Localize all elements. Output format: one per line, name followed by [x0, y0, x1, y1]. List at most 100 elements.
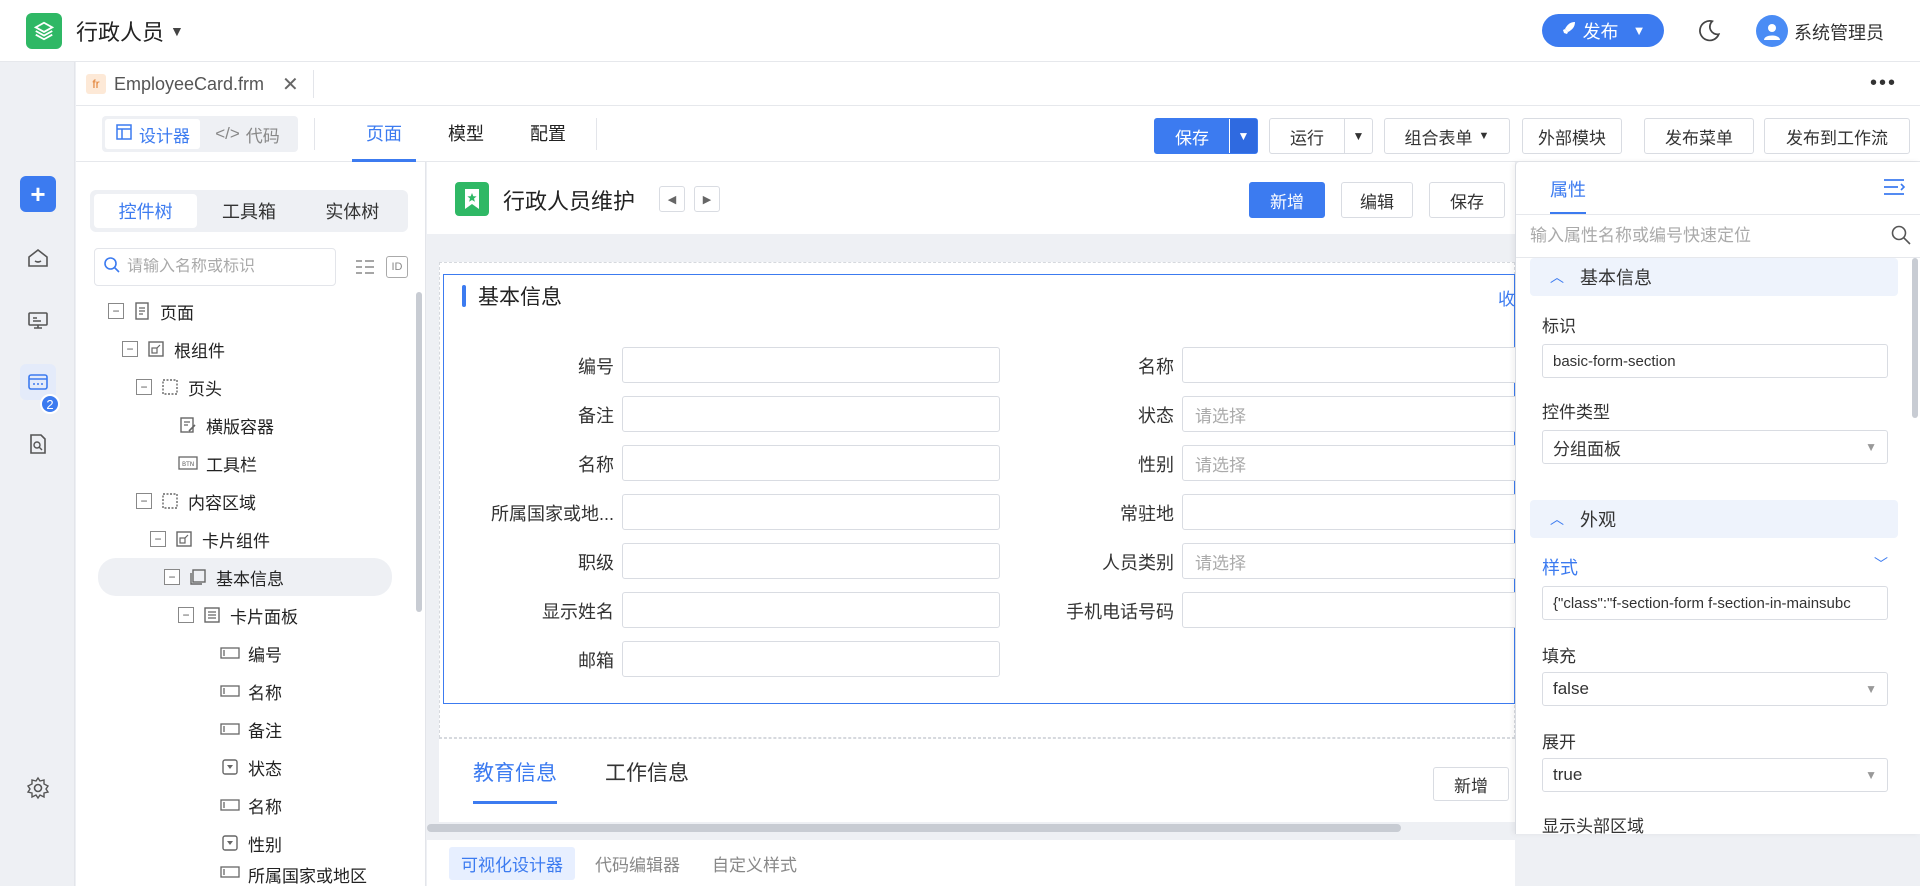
external-module-button[interactable]: 外部模块: [1522, 118, 1622, 154]
tree-node-field-gender[interactable]: 性别: [220, 824, 282, 862]
section-collapse-link[interactable]: 收: [1498, 285, 1515, 310]
property-search-input[interactable]: [1530, 226, 1870, 246]
code-mode-button[interactable]: </> 代码: [200, 119, 295, 149]
tab-config[interactable]: 配置: [516, 106, 580, 162]
tab-work-info[interactable]: 工作信息: [605, 757, 689, 801]
document-search-icon[interactable]: [20, 426, 56, 462]
tab-model[interactable]: 模型: [434, 106, 498, 162]
tab-properties[interactable]: 属性: [1550, 176, 1586, 214]
residence-input[interactable]: [1182, 494, 1515, 530]
remark-input[interactable]: [622, 396, 1000, 432]
new-button[interactable]: 新增: [1249, 182, 1325, 218]
tab-entity-tree[interactable]: 实体树: [301, 194, 404, 228]
next-arrow-icon[interactable]: ▶: [694, 186, 720, 212]
collapse-all-icon[interactable]: [354, 256, 376, 278]
tree-node-toolbar[interactable]: BTN 工具栏: [178, 444, 257, 482]
collapse-toggle-icon[interactable]: −: [122, 341, 138, 357]
group-appearance[interactable]: ︿ 外观: [1530, 500, 1898, 538]
tree-node-horizontal-container[interactable]: 横版容器: [178, 406, 274, 444]
publish-menu-button[interactable]: 发布菜单: [1644, 118, 1754, 154]
caret-down-icon: ▼: [1865, 768, 1877, 782]
moon-icon[interactable]: [1696, 18, 1722, 44]
publish-to-workflow-button[interactable]: 发布到工作流: [1764, 118, 1910, 154]
collapse-toggle-icon[interactable]: −: [136, 493, 152, 509]
tree-node-field-code[interactable]: 编号: [220, 634, 282, 672]
collapse-toggle-icon[interactable]: −: [108, 303, 124, 319]
tree-node-root-component[interactable]: − 根组件: [122, 330, 225, 368]
style-property-row[interactable]: 样式 ﹀: [1542, 554, 1888, 580]
settings-gear-icon[interactable]: [20, 770, 56, 806]
id-toggle-icon[interactable]: ID: [386, 256, 408, 278]
prev-arrow-icon[interactable]: ◀: [659, 186, 685, 212]
tab-code-editor[interactable]: 代码编辑器: [583, 847, 692, 880]
add-icon[interactable]: +: [20, 176, 56, 212]
basic-info-section[interactable]: 基本信息 收 编号 备注 名称 所属国家或地... 职级 显示姓名 邮箱 名称 …: [443, 274, 1515, 704]
tree-node-field-status[interactable]: 状态: [220, 748, 282, 786]
name-input[interactable]: [622, 445, 1000, 481]
field-label: 编号: [578, 357, 614, 377]
collapse-toggle-icon[interactable]: −: [136, 379, 152, 395]
tab-custom-style[interactable]: 自定义样式: [700, 847, 809, 880]
name-input-2[interactable]: [1182, 347, 1515, 383]
run-dropdown-icon[interactable]: ▼: [1344, 119, 1372, 153]
control-type-select[interactable]: 分组面板 ▼: [1542, 430, 1888, 464]
tab-control-tree[interactable]: 控件树: [94, 194, 198, 228]
style-property-input[interactable]: {"class":"f-section-form f-section-in-ma…: [1542, 586, 1888, 620]
email-input[interactable]: [622, 641, 1000, 677]
tree-node-field-remark[interactable]: 备注: [220, 710, 282, 748]
tree-search-input[interactable]: [127, 258, 327, 276]
collapse-toggle-icon[interactable]: −: [178, 607, 194, 623]
file-tab[interactable]: fr EmployeeCard.frm ✕: [86, 70, 314, 98]
property-scrollbar[interactable]: [1912, 258, 1918, 418]
tree-node-field-country[interactable]: 所属国家或地区: [220, 862, 367, 886]
tab-toolbox[interactable]: 工具箱: [197, 194, 300, 228]
tab-page[interactable]: 页面: [352, 106, 416, 162]
tab-education-info[interactable]: 教育信息: [473, 757, 557, 804]
tab-visual-designer[interactable]: 可视化设计器: [449, 846, 575, 880]
detail-new-button[interactable]: 新增: [1433, 767, 1509, 801]
app-title-dropdown[interactable]: 行政人员 ▼: [76, 15, 184, 47]
tree-scrollbar[interactable]: [416, 292, 422, 612]
rank-input[interactable]: [622, 543, 1000, 579]
tree-node-content-area[interactable]: − 内容区域: [136, 482, 256, 520]
collapse-toggle-icon[interactable]: −: [150, 531, 166, 547]
tree-node-field-name-2[interactable]: 名称: [220, 786, 282, 824]
publish-button[interactable]: 发布 ▼: [1542, 14, 1664, 47]
save-record-button[interactable]: 保存: [1429, 182, 1505, 218]
display-name-input[interactable]: [622, 592, 1000, 628]
code-input[interactable]: [622, 347, 1000, 383]
search-icon[interactable]: [1890, 224, 1912, 246]
tree-node-field-name[interactable]: 名称: [220, 672, 282, 710]
combo-form-button[interactable]: 组合表单 ▼: [1384, 118, 1510, 154]
mobile-phone-input[interactable]: [1182, 592, 1515, 628]
country-input[interactable]: [622, 494, 1000, 530]
save-button[interactable]: 保存: [1155, 124, 1229, 149]
expand-select[interactable]: true ▼: [1542, 758, 1888, 792]
gender-select[interactable]: 请选择: [1182, 445, 1515, 481]
run-button[interactable]: 运行: [1270, 124, 1344, 149]
status-select[interactable]: 请选择: [1182, 396, 1515, 432]
tree-node-page[interactable]: − 页面: [108, 292, 194, 330]
tree-node-card-component[interactable]: − 卡片组件: [150, 520, 270, 558]
user-name[interactable]: 系统管理员: [1794, 19, 1884, 45]
staff-category-select[interactable]: 请选择: [1182, 543, 1515, 579]
menu-icon[interactable]: [1882, 176, 1906, 198]
tree-node-basic-info[interactable]: − 基本信息: [98, 558, 392, 596]
select-value: false: [1553, 679, 1589, 698]
collapse-toggle-icon[interactable]: −: [164, 569, 180, 585]
tree-node-card-panel[interactable]: − 卡片面板: [178, 596, 298, 634]
fill-select[interactable]: false ▼: [1542, 672, 1888, 706]
id-property-input[interactable]: basic-form-section: [1542, 344, 1888, 378]
avatar[interactable]: [1756, 15, 1788, 47]
app-logo-icon[interactable]: [26, 13, 62, 49]
save-dropdown-icon[interactable]: ▼: [1229, 119, 1257, 153]
more-options-icon[interactable]: •••: [1870, 72, 1897, 95]
canvas-horizontal-scrollbar[interactable]: [427, 824, 1401, 832]
monitor-icon[interactable]: [20, 302, 56, 338]
home-icon[interactable]: [20, 240, 56, 276]
tree-node-header[interactable]: − 页头: [136, 368, 222, 406]
designer-mode-button[interactable]: 设计器: [105, 119, 200, 149]
close-icon[interactable]: ✕: [282, 72, 299, 97]
edit-button[interactable]: 编辑: [1341, 182, 1413, 218]
group-basic-info[interactable]: ︿ 基本信息: [1530, 258, 1898, 296]
